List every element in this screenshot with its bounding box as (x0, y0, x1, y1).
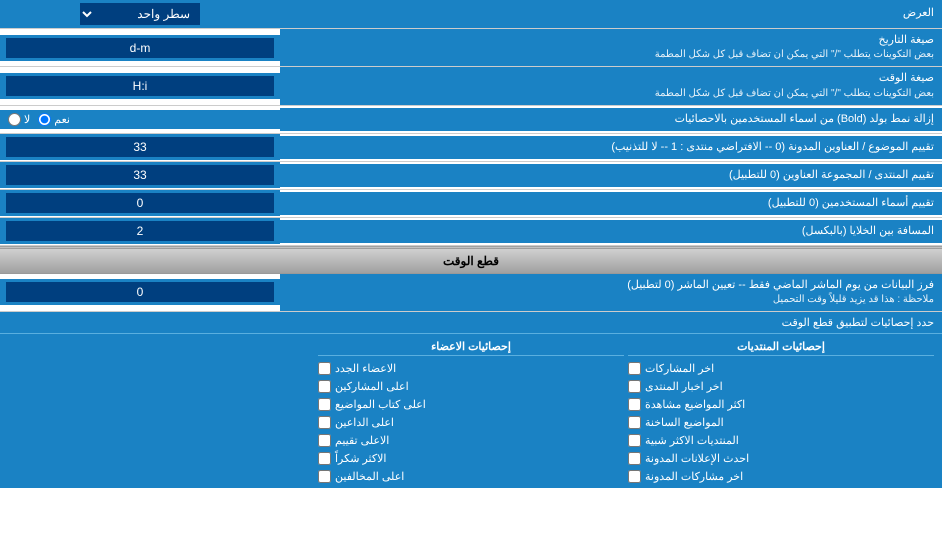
time-section-header: قطع الوقت (0, 249, 942, 274)
checkbox-item[interactable]: احدث الإعلانات المدونة (628, 451, 934, 466)
checkbox-member-4[interactable] (318, 416, 331, 429)
forum-order-label: تقييم المنتدى / المجموعة العناوين (0 للت… (280, 164, 942, 187)
date-format-input[interactable] (6, 38, 274, 58)
checkbox-forum-7[interactable] (628, 470, 641, 483)
users-order-input-cell[interactable] (0, 190, 280, 216)
time-format-label: صيغة الوقت بعض التكوينات يتطلب "/" التي … (280, 67, 942, 104)
checkboxes-section: حدد إحصائيات لتطبيق قطع الوقت إحصائيات ا… (0, 312, 942, 488)
checkbox-item[interactable]: اعلى المشاركين (318, 379, 624, 394)
date-format-title: صيغة التاريخ (288, 33, 934, 48)
users-order-label: تقييم أسماء المستخدمين (0 للتطبيل) (280, 192, 942, 215)
checkbox-item[interactable]: اخر مشاركات المدونة (628, 469, 934, 484)
forum-order-input-cell[interactable] (0, 162, 280, 188)
time-format-title: صيغة الوقت (288, 71, 934, 86)
time-format-row: صيغة الوقت بعض التكوينات يتطلب "/" التي … (0, 67, 942, 105)
fetch-title: فرز البيانات من يوم الماشر الماضي فقط --… (288, 278, 934, 293)
checkbox-member-7[interactable] (318, 470, 331, 483)
fetch-note: ملاحظة : هذا قد يزيد قليلاً وقت التحميل (288, 293, 934, 307)
empty-col (8, 338, 314, 484)
forum-order-row: تقييم المنتدى / المجموعة العناوين (0 للت… (0, 162, 942, 190)
fetch-row: فرز البيانات من يوم الماشر الماضي فقط --… (0, 274, 942, 312)
checkboxes-grid: إحصائيات المنتديات اخر المشاركات اخر اخب… (0, 334, 942, 488)
spacing-label: المسافة بين الخلايا (بالبكسل) (280, 220, 942, 243)
checkbox-item[interactable]: اكثر المواضيع مشاهدة (628, 397, 934, 412)
checkbox-forum-4[interactable] (628, 416, 641, 429)
topic-order-input[interactable] (6, 137, 274, 157)
topic-order-row: تقييم الموضوع / العناوين المدونة (0 -- ا… (0, 134, 942, 162)
display-select[interactable]: سطر واحد سطران ثلاثة أسطر (80, 3, 200, 25)
checkbox-item[interactable]: المنتديات الاكثر شبية (628, 433, 934, 448)
checkbox-item[interactable]: الاكثر شكراً (318, 451, 624, 466)
checkbox-item[interactable]: الاعضاء الجدد (318, 361, 624, 376)
checkbox-item[interactable]: المواضيع الساخنة (628, 415, 934, 430)
topic-order-label: تقييم الموضوع / العناوين المدونة (0 -- ا… (280, 136, 942, 159)
time-format-input[interactable] (6, 76, 274, 96)
header-label: العرض (280, 2, 942, 25)
time-section-title: قطع الوقت (443, 254, 499, 268)
member-stats-header: إحصائيات الاعضاء (318, 338, 624, 356)
checkbox-item[interactable]: الاعلى تقييم (318, 433, 624, 448)
fetch-input[interactable] (6, 282, 274, 302)
radio-no-option[interactable]: لا (8, 113, 30, 126)
topic-order-input-cell[interactable] (0, 134, 280, 160)
users-order-input[interactable] (6, 193, 274, 213)
checkbox-member-2[interactable] (318, 380, 331, 393)
checkbox-item[interactable]: اعلى كتاب المواضيع (318, 397, 624, 412)
radio-yes-option[interactable]: نعم (38, 113, 70, 126)
checkbox-member-5[interactable] (318, 434, 331, 447)
checkbox-forum-2[interactable] (628, 380, 641, 393)
forum-order-input[interactable] (6, 165, 274, 185)
checkbox-member-6[interactable] (318, 452, 331, 465)
header-row: العرض سطر واحد سطران ثلاثة أسطر (0, 0, 942, 29)
checkbox-forum-1[interactable] (628, 362, 641, 375)
forum-stats-header: إحصائيات المنتديات (628, 338, 934, 356)
spacing-input[interactable] (6, 221, 274, 241)
fetch-label: فرز البيانات من يوم الماشر الماضي فقط --… (280, 274, 942, 311)
radio-yes[interactable] (38, 113, 51, 126)
checkbox-member-3[interactable] (318, 398, 331, 411)
checkbox-item[interactable]: اخر اخبار المنتدى (628, 379, 934, 394)
radio-yes-label: نعم (54, 113, 70, 126)
radio-no[interactable] (8, 113, 21, 126)
checkbox-member-1[interactable] (318, 362, 331, 375)
forum-stats-col: إحصائيات المنتديات اخر المشاركات اخر اخب… (628, 338, 934, 484)
fetch-input-cell[interactable] (0, 279, 280, 305)
checkboxes-header-label: حدد إحصائيات لتطبيق قطع الوقت (8, 316, 934, 329)
checkbox-forum-3[interactable] (628, 398, 641, 411)
checkbox-forum-6[interactable] (628, 452, 641, 465)
bold-remove-row: إزالة نمط بولد (Bold) من اسماء المستخدمي… (0, 106, 942, 134)
header-select-cell[interactable]: سطر واحد سطران ثلاثة أسطر (0, 0, 280, 28)
checkbox-item[interactable]: اعلى الداعين (318, 415, 624, 430)
checkboxes-header-row: حدد إحصائيات لتطبيق قطع الوقت (0, 312, 942, 334)
time-format-sublabel: بعض التكوينات يتطلب "/" التي يمكن ان تضا… (288, 87, 934, 101)
checkbox-forum-5[interactable] (628, 434, 641, 447)
date-format-row: صيغة التاريخ بعض التكوينات يتطلب "/" الت… (0, 29, 942, 67)
bold-remove-label: إزالة نمط بولد (Bold) من اسماء المستخدمي… (280, 108, 942, 131)
checkbox-item[interactable]: اخر المشاركات (628, 361, 934, 376)
date-format-label: صيغة التاريخ بعض التكوينات يتطلب "/" الت… (280, 29, 942, 66)
spacing-input-cell[interactable] (0, 218, 280, 244)
time-format-input-cell[interactable] (0, 73, 280, 99)
date-format-input-cell[interactable] (0, 35, 280, 61)
spacing-row: المسافة بين الخلايا (بالبكسل) (0, 218, 942, 246)
radio-no-label: لا (24, 113, 30, 126)
bold-remove-radio-cell[interactable]: نعم لا (0, 110, 280, 129)
member-stats-col: إحصائيات الاعضاء الاعضاء الجدد اعلى المش… (318, 338, 624, 484)
users-order-row: تقييم أسماء المستخدمين (0 للتطبيل) (0, 190, 942, 218)
date-format-sublabel: بعض التكوينات يتطلب "/" التي يمكن ان تضا… (288, 48, 934, 62)
checkbox-item[interactable]: اعلى المخالفين (318, 469, 624, 484)
